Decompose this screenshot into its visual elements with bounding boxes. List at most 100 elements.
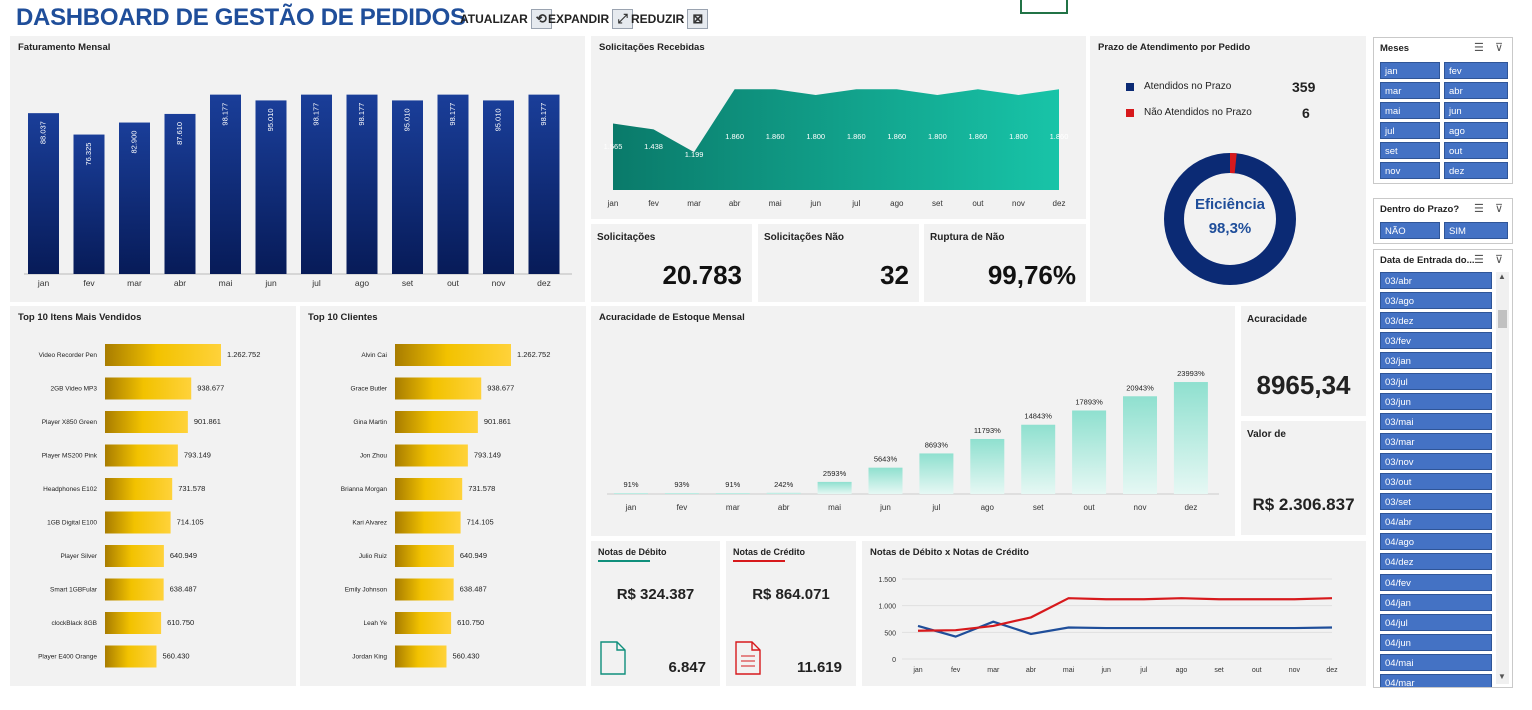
scroll-down-icon[interactable]: ▼ bbox=[1498, 672, 1506, 681]
requests-panel: Solicitações Recebidas 1.565 jan 1.438 fev 1… bbox=[591, 36, 1086, 219]
scroll-thumb[interactable] bbox=[1498, 310, 1507, 328]
accuracy-bar-label: 2593% bbox=[823, 469, 847, 478]
hbar-value-label: 901.861 bbox=[194, 417, 221, 426]
slicer-month-fev[interactable]: fev bbox=[1444, 62, 1508, 79]
slicer-month-jun[interactable]: jun bbox=[1444, 102, 1508, 119]
month-tick-label: mai bbox=[1063, 667, 1075, 674]
top-items-panel: Top 10 Itens Mais Vendidos Video Recorde… bbox=[10, 306, 296, 686]
accuracy-bar-label: 17893% bbox=[1075, 397, 1103, 406]
requests-data-label: 1.860 bbox=[887, 132, 906, 141]
multiselect-icon[interactable]: ☰ bbox=[1474, 253, 1484, 266]
deadline-slicer: Dentro do Prazo? ☰ ⊽ NÃO SIM bbox=[1373, 198, 1513, 244]
slicer-date-item[interactable]: 03/mar bbox=[1380, 432, 1492, 450]
debit-underline bbox=[598, 560, 650, 562]
hbar bbox=[105, 645, 157, 668]
y-tick-label: 1.000 bbox=[878, 604, 896, 611]
slicer-month-out[interactable]: out bbox=[1444, 142, 1508, 159]
slicer-date-item[interactable]: 03/jan bbox=[1380, 352, 1492, 370]
slicer-month-abr[interactable]: abr bbox=[1444, 82, 1508, 99]
slicer-date-item[interactable]: 04/jul bbox=[1380, 613, 1492, 631]
kpi-requests-no: Solicitações Não 32 bbox=[758, 224, 919, 302]
multiselect-icon[interactable]: ☰ bbox=[1474, 202, 1484, 215]
efficiency-value: 98,3% bbox=[1208, 220, 1252, 237]
hbar-value-label: 793.149 bbox=[474, 451, 501, 460]
revenue-bar-label: 95.010 bbox=[266, 108, 275, 131]
y-tick-label: 0 bbox=[892, 657, 896, 664]
hbar bbox=[395, 511, 461, 534]
slicer-date-item[interactable]: 04/fev bbox=[1380, 573, 1492, 591]
slicer-date-item[interactable]: 04/mar bbox=[1380, 674, 1492, 687]
selected-cell[interactable] bbox=[1020, 0, 1068, 14]
slicer-date-item[interactable]: 04/dez bbox=[1380, 553, 1492, 571]
update-button[interactable]: ATUALIZAR ⟲ bbox=[460, 8, 552, 30]
slicer-month-set[interactable]: set bbox=[1380, 142, 1440, 159]
slicer-month-nov[interactable]: nov bbox=[1380, 162, 1440, 179]
month-tick-label: mai bbox=[828, 503, 841, 512]
month-tick-label: jul bbox=[1139, 667, 1147, 674]
page-title: DASHBOARD DE GESTÃO DE PEDIDOS bbox=[16, 4, 466, 31]
slicer-date-item[interactable]: 04/jan bbox=[1380, 593, 1492, 611]
slicer-month-jan[interactable]: jan bbox=[1380, 62, 1440, 79]
slicer-month-ago[interactable]: ago bbox=[1444, 122, 1508, 139]
accuracy-bar bbox=[919, 453, 954, 494]
stock-accuracy-chart: 91% jan 93% fev 91% mar 242% abr 2593% mai 5643% ju… bbox=[607, 369, 1219, 512]
slicer-date-item[interactable]: 03/out bbox=[1380, 473, 1492, 490]
debit-count: 6.847 bbox=[668, 659, 706, 676]
requests-data-label: 1.860 bbox=[847, 132, 866, 141]
slicer-option-nao[interactable]: NÃO bbox=[1380, 222, 1440, 239]
clear-filter-icon[interactable]: ⊽ bbox=[1495, 202, 1503, 215]
slicer-date-item[interactable]: 03/mai bbox=[1380, 412, 1492, 430]
slicer-date-item[interactable]: 03/jun bbox=[1380, 392, 1492, 410]
expand-button[interactable]: EXPANDIR ⤢ bbox=[548, 8, 634, 30]
hbar-value-label: 793.149 bbox=[184, 451, 211, 460]
hbar-value-label: 938.677 bbox=[487, 384, 514, 393]
slicer-option-sim[interactable]: SIM bbox=[1444, 222, 1508, 239]
scroll-up-icon[interactable]: ▲ bbox=[1498, 272, 1506, 281]
legend-on-time-label: Atendidos no Prazo bbox=[1144, 81, 1232, 92]
kpi-accuracy-value: 8965,34 bbox=[1256, 370, 1351, 400]
slicer-date-item[interactable]: 03/fev bbox=[1380, 332, 1492, 350]
month-tick-label: nov bbox=[1012, 199, 1025, 208]
slicer-date-item[interactable]: 04/ago bbox=[1380, 533, 1492, 551]
row-label: 1GB Digital E100 bbox=[47, 520, 97, 527]
row-label: Leah Ye bbox=[363, 620, 387, 627]
hbar bbox=[105, 612, 162, 634]
month-tick-label: set bbox=[1033, 503, 1044, 512]
slicer-date-item[interactable]: 03/jul bbox=[1380, 372, 1492, 390]
slicer-date-item[interactable]: 03/ago bbox=[1380, 292, 1492, 310]
hbar bbox=[105, 578, 164, 601]
multiselect-icon[interactable]: ☰ bbox=[1474, 41, 1484, 54]
accuracy-bar bbox=[614, 493, 648, 494]
row-label: Player Silver bbox=[61, 553, 98, 560]
slicer-date-item[interactable]: 04/mai bbox=[1380, 653, 1492, 671]
month-tick-label: jun bbox=[264, 278, 277, 288]
slicer-date-item[interactable]: 03/set bbox=[1380, 493, 1492, 511]
row-label: Brianna Morgan bbox=[341, 486, 388, 493]
slicer-month-mai[interactable]: mai bbox=[1380, 102, 1440, 119]
debit-series-line bbox=[917, 620, 1333, 638]
slicer-date-item[interactable]: 04/abr bbox=[1380, 513, 1492, 531]
accuracy-bar-label: 14843% bbox=[1024, 412, 1052, 421]
slicer-date-item[interactable]: 04/jun bbox=[1380, 633, 1492, 651]
slicer-month-dez[interactable]: dez bbox=[1444, 162, 1508, 179]
kpi-rupture-value: 99,76% bbox=[987, 260, 1076, 290]
slicer-date-item[interactable]: 03/nov bbox=[1380, 452, 1492, 470]
kpi-requests-value: 20.783 bbox=[662, 260, 742, 290]
hbar bbox=[105, 377, 192, 400]
slicer-month-jul[interactable]: jul bbox=[1380, 122, 1440, 139]
slicer-date-item[interactable]: 03/dez bbox=[1380, 312, 1492, 330]
slicer-date-item[interactable]: 03/abr bbox=[1380, 272, 1492, 289]
clear-filter-icon[interactable]: ⊽ bbox=[1495, 41, 1503, 54]
hbar-value-label: 938.677 bbox=[197, 384, 224, 393]
reduce-button[interactable]: REDUZIR ⊠ bbox=[631, 8, 709, 30]
month-tick-label: set bbox=[932, 199, 943, 208]
clear-filter-icon[interactable]: ⊽ bbox=[1495, 253, 1503, 266]
months-slicer-title: Meses bbox=[1380, 43, 1410, 54]
slicer-month-mar[interactable]: mar bbox=[1380, 82, 1440, 99]
hbar-value-label: 714.105 bbox=[467, 518, 494, 527]
hbar-value-label: 1.262.752 bbox=[227, 350, 260, 359]
date-slicer-scrollbar[interactable] bbox=[1496, 272, 1509, 684]
revenue-bar-label: 95.010 bbox=[402, 108, 411, 131]
revenue-bar-label: 98.177 bbox=[220, 103, 229, 126]
revenue-bar-label: 82.900 bbox=[129, 131, 138, 154]
